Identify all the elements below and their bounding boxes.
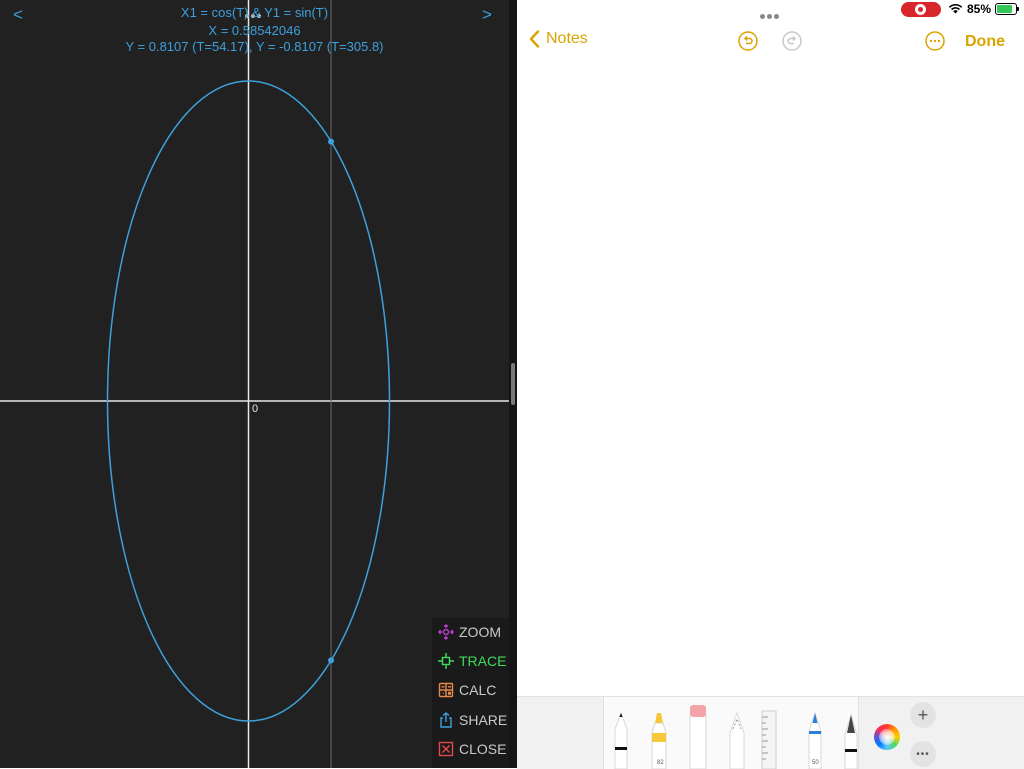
trace-button[interactable]: TRACE: [438, 647, 506, 675]
plus-icon: +: [917, 704, 929, 725]
toolbar-more-button[interactable]: •••: [910, 741, 936, 767]
chevron-left-icon: [529, 30, 540, 48]
done-button[interactable]: Done: [965, 33, 1005, 51]
redo-button[interactable]: [782, 31, 802, 51]
marker-width-label: 50: [812, 760, 819, 766]
undo-button[interactable]: [738, 31, 758, 51]
screen-recording-indicator: [901, 2, 941, 17]
divider-grip[interactable]: [511, 363, 515, 405]
notes-pane: 85% Notes Done 82 50 + •••: [517, 0, 1024, 769]
note-canvas[interactable]: [517, 62, 1024, 696]
trace-label: TRACE: [459, 653, 507, 669]
markup-toolbar: 82 50: [517, 696, 1024, 769]
battery-icon: [995, 3, 1019, 15]
close-button[interactable]: CLOSE: [438, 735, 506, 763]
share-button[interactable]: SHARE: [438, 706, 507, 734]
calc-label: CALC: [459, 682, 497, 698]
share-label: SHARE: [459, 712, 508, 728]
split-view-divider[interactable]: [509, 0, 517, 768]
ellipsis-icon: •••: [916, 748, 930, 760]
zoom-icon: [438, 624, 454, 640]
zoom-label: ZOOM: [459, 624, 501, 640]
highlighter-width-label: 82: [657, 760, 664, 766]
fountain-pen-tool[interactable]: [842, 713, 859, 769]
calc-icon: [438, 682, 454, 698]
drawing-tools: 82 50: [603, 697, 859, 769]
graph-calculator-pane: < > X1 = cos(T) & Y1 = sin(T) X = 0.5854…: [0, 0, 509, 768]
trace-point-upper: [328, 138, 335, 145]
wifi-icon: [948, 3, 963, 14]
back-to-notes-button[interactable]: Notes: [529, 30, 588, 48]
more-options-button[interactable]: [925, 31, 945, 51]
battery-percentage: 85%: [967, 2, 992, 16]
ruler-tool[interactable]: [760, 709, 778, 769]
share-icon: [440, 712, 452, 728]
multitasking-dots-icon[interactable]: [760, 6, 781, 24]
zoom-button[interactable]: ZOOM: [438, 618, 501, 646]
calc-button[interactable]: CALC: [438, 676, 496, 704]
trace-point-lower: [328, 657, 335, 664]
close-icon: [438, 741, 454, 757]
origin-label: 0: [252, 403, 259, 415]
eraser-tool[interactable]: [688, 703, 708, 769]
close-label: CLOSE: [459, 741, 507, 757]
add-tool-button[interactable]: +: [910, 702, 936, 728]
lasso-tool[interactable]: [728, 711, 746, 769]
back-label: Notes: [546, 30, 588, 47]
pen-tool[interactable]: [612, 711, 630, 769]
x-readout: X = 0.58542046: [208, 23, 301, 38]
trace-icon: [438, 653, 454, 669]
color-picker-button[interactable]: [874, 724, 900, 750]
y-readout: Y = 0.8107 (T=54.17), Y = -0.8107 (T=305…: [125, 39, 384, 54]
equation-label: X1 = cos(T) & Y1 = sin(T): [180, 5, 329, 20]
graph-menu: ZOOM TRACE CALC SHARE CLOSE: [432, 618, 509, 768]
